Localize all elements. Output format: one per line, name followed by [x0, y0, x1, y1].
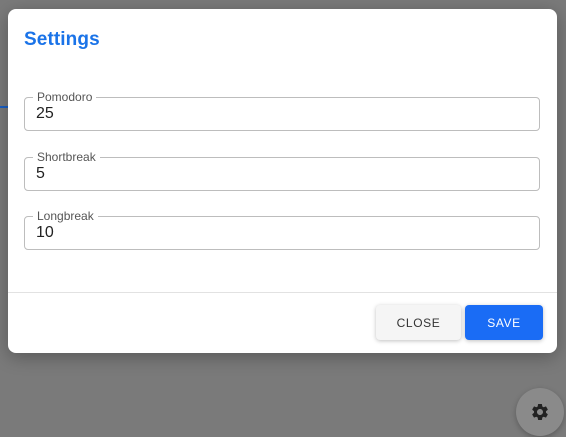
pomodoro-field[interactable]: Pomodoro [24, 90, 540, 131]
pomodoro-input[interactable] [36, 104, 526, 124]
pomodoro-label: Pomodoro [33, 90, 97, 104]
shortbreak-label: Shortbreak [33, 150, 100, 164]
dialog-actions-divider [8, 292, 557, 293]
gear-icon [532, 404, 548, 420]
close-button[interactable]: CLOSE [376, 305, 461, 340]
shortbreak-field[interactable]: Shortbreak [24, 150, 540, 191]
longbreak-label: Longbreak [33, 209, 98, 223]
shortbreak-input[interactable] [36, 164, 526, 184]
app-page: Settings Pomodoro Shortbreak Longbreak C… [0, 0, 566, 437]
dialog-title: Settings [24, 29, 100, 50]
longbreak-input[interactable] [36, 223, 526, 243]
save-button[interactable]: SAVE [465, 305, 543, 340]
longbreak-field[interactable]: Longbreak [24, 209, 540, 250]
settings-dialog: Settings Pomodoro Shortbreak Longbreak C… [8, 9, 557, 353]
settings-fab-button[interactable] [516, 388, 564, 436]
